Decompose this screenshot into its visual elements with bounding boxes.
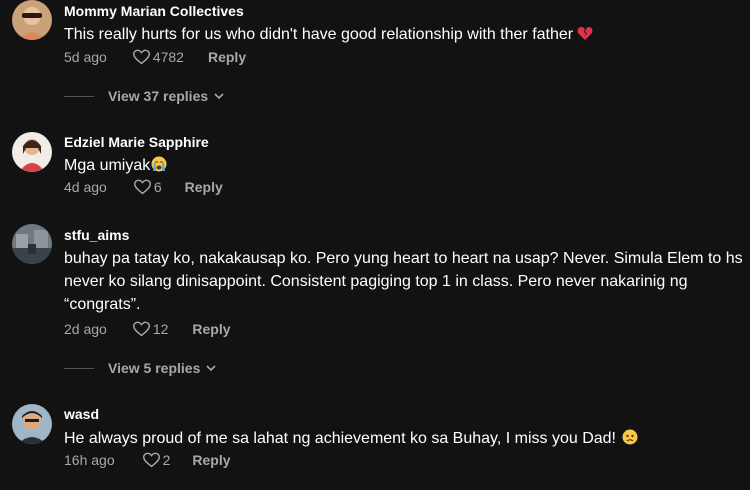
avatar[interactable] — [12, 132, 52, 172]
like-button[interactable]: 2 — [142, 452, 171, 468]
comment-username[interactable]: wasd — [64, 406, 99, 422]
comment-username[interactable]: Edziel Marie Sapphire — [64, 134, 209, 150]
like-button[interactable]: 4782 — [132, 49, 184, 65]
comment-time: 2d ago — [64, 321, 107, 337]
like-button[interactable]: 12 — [132, 321, 169, 337]
heart-icon — [132, 321, 150, 337]
comment-meta: 2d ago 12 Reply — [64, 319, 231, 339]
avatar[interactable] — [12, 0, 52, 40]
comment-text: This really hurts for us who didn't have… — [64, 23, 744, 48]
crying-face-icon — [151, 156, 167, 179]
heart-icon — [132, 49, 150, 65]
comment-username[interactable]: stfu_aims — [64, 227, 129, 243]
reply-button[interactable]: Reply — [192, 452, 230, 468]
reply-button[interactable]: Reply — [192, 321, 230, 337]
avatar[interactable] — [12, 224, 52, 264]
comment-time: 4d ago — [64, 179, 107, 195]
like-count: 4782 — [152, 49, 184, 65]
like-count: 12 — [152, 321, 169, 337]
divider-line — [64, 95, 94, 97]
comment-meta: 4d ago 6 Reply — [64, 177, 223, 197]
divider-line — [64, 367, 94, 369]
view-replies-button[interactable]: View 37 replies — [64, 86, 224, 106]
comment-time: 16h ago — [64, 452, 115, 468]
view-replies-label: View 37 replies — [108, 88, 209, 104]
like-button[interactable]: 6 — [133, 179, 162, 195]
comment-text: Mga umiyak — [64, 154, 744, 179]
like-count: 6 — [153, 179, 162, 195]
reply-button[interactable]: Reply — [185, 179, 223, 195]
chevron-down-icon — [214, 93, 224, 99]
like-count: 2 — [162, 452, 171, 468]
broken-heart-icon — [577, 25, 593, 48]
comment-time: 5d ago — [64, 49, 107, 65]
heart-icon — [142, 452, 160, 468]
heart-icon — [133, 179, 151, 195]
comment-text: He always proud of me sa lahat ng achiev… — [64, 427, 744, 452]
comment-username[interactable]: Mommy Marian Collectives — [64, 3, 244, 19]
frowning-face-icon — [622, 429, 638, 452]
view-replies-button[interactable]: View 5 replies — [64, 358, 216, 378]
comment-meta: 5d ago 4782 Reply — [64, 47, 246, 67]
comment-meta: 16h ago 2 Reply — [64, 450, 231, 470]
chevron-down-icon — [206, 365, 216, 371]
reply-button[interactable]: Reply — [208, 49, 246, 65]
comment-text: buhay pa tatay ko, nakakausap ko. Pero y… — [64, 250, 743, 313]
avatar[interactable] — [12, 404, 52, 444]
view-replies-label: View 5 replies — [108, 360, 201, 376]
